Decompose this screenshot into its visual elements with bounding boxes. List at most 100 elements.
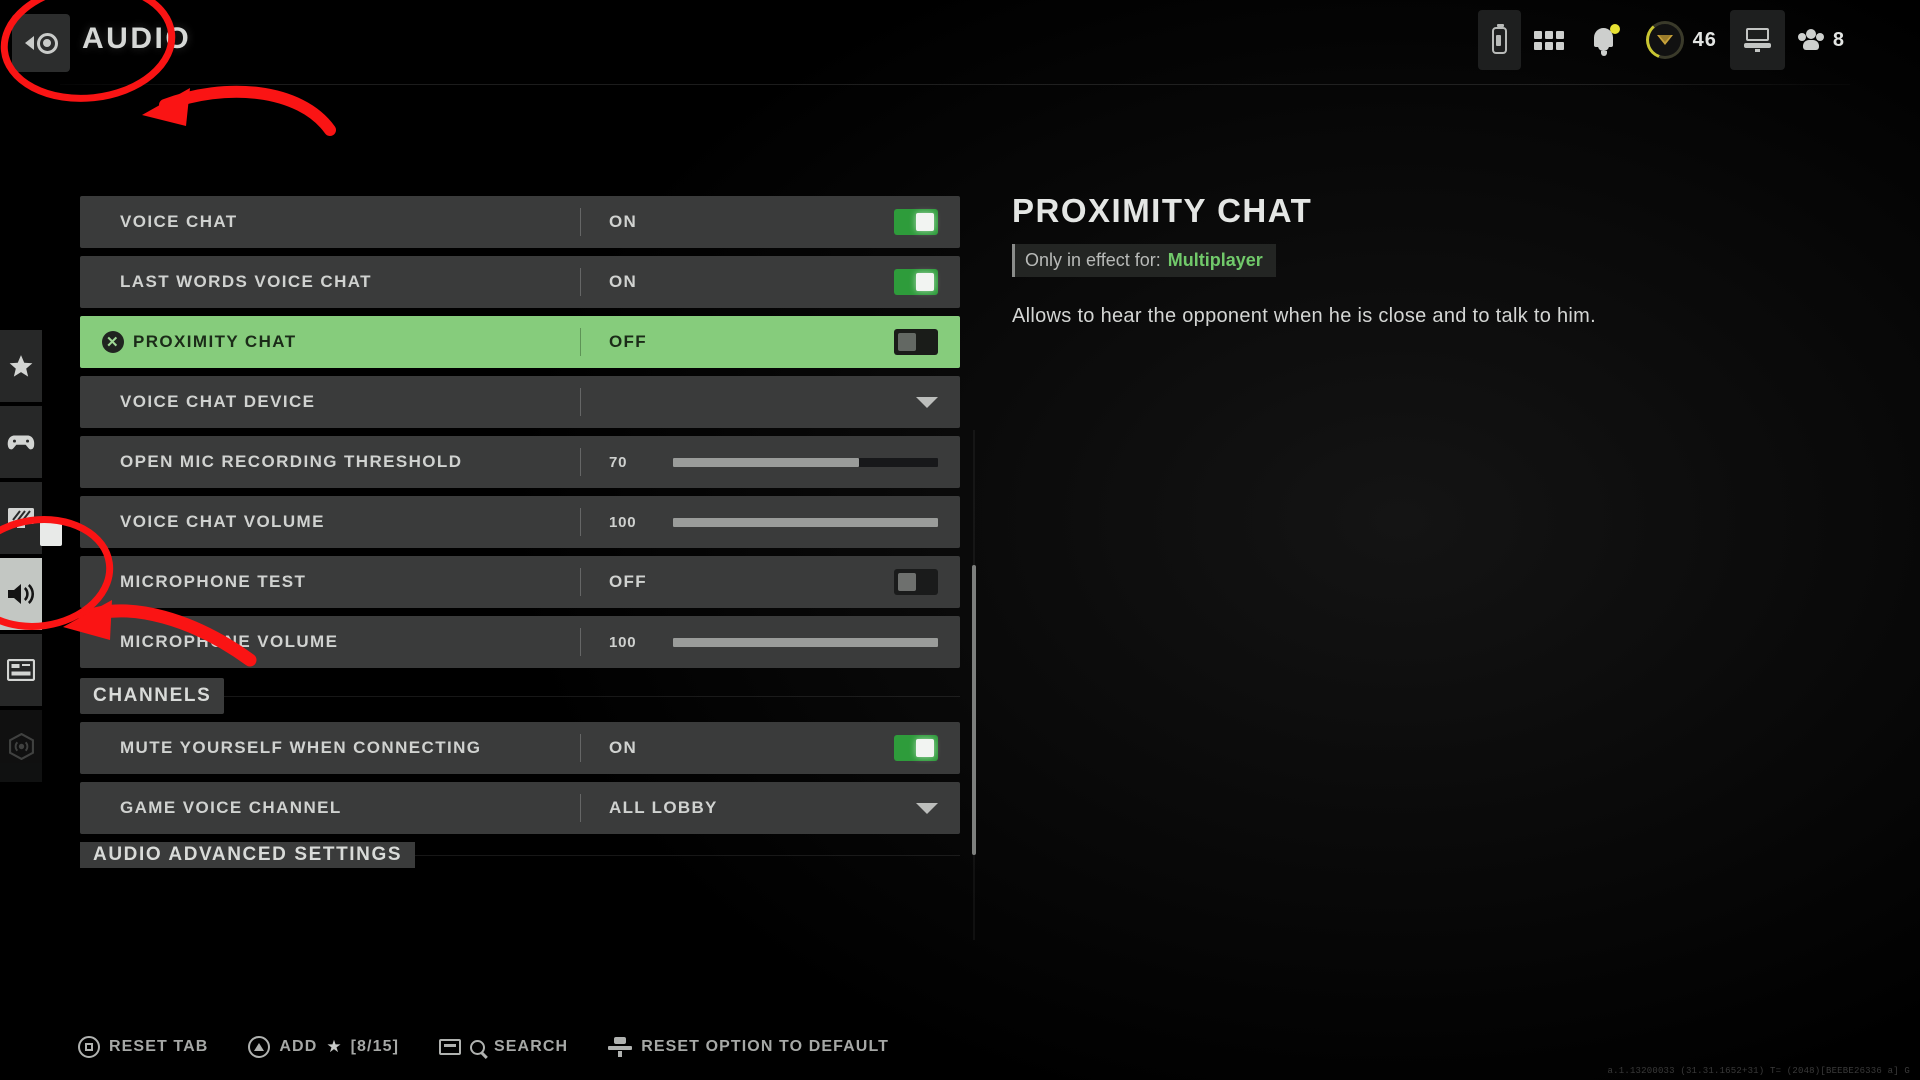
- rank-value: 46: [1692, 28, 1717, 51]
- console-device-button[interactable]: [1729, 10, 1785, 70]
- back-chevron-icon: [24, 36, 34, 50]
- setting-row-last-words-voice-chat[interactable]: LAST WORDS VOICE CHAT ON: [80, 256, 960, 308]
- footer-label: RESET TAB: [109, 1038, 209, 1055]
- footer-label: SEARCH: [494, 1038, 569, 1055]
- sidebar-item-controller[interactable]: [0, 406, 42, 478]
- star-icon: ★: [326, 1037, 342, 1056]
- setting-value: 100: [609, 633, 637, 651]
- hud-layout-icon: [7, 659, 35, 681]
- setting-value: 100: [609, 513, 637, 531]
- toggle-switch[interactable]: [894, 735, 938, 761]
- x-button-icon: ✕: [102, 331, 124, 353]
- footer-label: ADD: [279, 1038, 318, 1055]
- sidebar-tooltip-badge: [40, 520, 62, 546]
- back-button[interactable]: [12, 14, 70, 72]
- setting-value: 70: [609, 453, 628, 471]
- section-header-audio-advanced-settings[interactable]: AUDIO ADVANCED SETTINGS: [80, 842, 960, 868]
- effect-mode: Multiplayer: [1167, 250, 1263, 270]
- footer-action-reset-tab[interactable]: RESET TAB: [78, 1036, 208, 1058]
- notifications-button[interactable]: [1577, 10, 1633, 70]
- setting-label: MICROPHONE VOLUME: [120, 632, 339, 651]
- speaker-icon: [8, 584, 35, 604]
- detail-title: PROXIMITY CHAT: [1012, 192, 1313, 229]
- slider-fill: [673, 517, 938, 527]
- setting-value: OFF: [609, 332, 647, 351]
- detail-panel: PROXIMITY CHAT Only in effect for: Multi…: [1012, 192, 1812, 328]
- setting-row-voice-chat-volume[interactable]: VOICE CHAT VOLUME 100: [80, 496, 960, 548]
- header-bar: AUDIO 46 8: [0, 0, 1920, 86]
- square-button-icon: [78, 1036, 100, 1058]
- battery-indicator[interactable]: [1477, 10, 1521, 70]
- battery-icon: [1491, 23, 1507, 54]
- party-indicator[interactable]: 8: [1785, 10, 1858, 70]
- build-version-text: a.1.13200033 (31.31.1652+31) T= (2048)[B…: [1607, 1066, 1910, 1076]
- party-count: 8: [1832, 28, 1845, 51]
- footer-action-reset-option[interactable]: RESET OPTION TO DEFAULT: [608, 1037, 889, 1057]
- section-title: AUDIO ADVANCED SETTINGS: [80, 842, 416, 868]
- section-rule: [224, 695, 960, 697]
- sidebar-item-graphics[interactable]: [0, 482, 42, 554]
- slider-track[interactable]: [673, 457, 938, 467]
- toggle-switch[interactable]: [894, 209, 938, 235]
- toggle-switch[interactable]: [894, 269, 938, 295]
- setting-row-proximity-chat[interactable]: ✕ PROXIMITY CHAT OFF: [80, 316, 960, 368]
- footer-action-search[interactable]: SEARCH: [439, 1038, 568, 1056]
- setting-row-microphone-volume[interactable]: MICROPHONE VOLUME 100: [80, 616, 960, 668]
- sidebar-item-account[interactable]: [0, 710, 42, 782]
- setting-value: OFF: [609, 572, 647, 591]
- setting-label: MUTE YOURSELF WHEN CONNECTING: [120, 738, 482, 757]
- toggle-switch[interactable]: [894, 569, 938, 595]
- setting-row-voice-chat[interactable]: VOICE CHAT ON: [80, 196, 960, 248]
- chevron-down-icon[interactable]: [916, 802, 938, 814]
- slider-track[interactable]: [673, 517, 938, 527]
- header-divider: [60, 84, 1850, 85]
- search-icon: [470, 1039, 486, 1055]
- setting-label: OPEN MIC RECORDING THRESHOLD: [120, 452, 463, 471]
- footer-actions: RESET TAB ADD ★ [8/15] SEARCH RESET OPTI…: [78, 1036, 889, 1058]
- reset-default-icon: [608, 1037, 633, 1057]
- console-device-icon: [1743, 28, 1771, 52]
- setting-row-open-mic-threshold[interactable]: OPEN MIC RECORDING THRESHOLD 70: [80, 436, 960, 488]
- detail-description: Allows to hear the opponent when he is c…: [1012, 305, 1596, 327]
- setting-label-wrap: ✕ PROXIMITY CHAT: [80, 331, 580, 353]
- monitor-icon: [8, 508, 34, 528]
- setting-row-game-voice-channel[interactable]: GAME VOICE CHANNEL ALL LOBBY: [80, 782, 960, 834]
- hud-status-bar: 46 8: [1477, 10, 1858, 70]
- detail-effect-badge: Only in effect for: Multiplayer: [1012, 244, 1276, 277]
- sidebar-item-favorites[interactable]: [0, 330, 42, 402]
- effect-label: Only in effect for:: [1025, 250, 1161, 270]
- slider-track[interactable]: [673, 637, 938, 647]
- annotation-arrow-header-head: [142, 88, 190, 126]
- chevron-down-icon[interactable]: [916, 396, 938, 408]
- setting-label: VOICE CHAT: [120, 212, 238, 231]
- bell-icon: [1590, 24, 1620, 56]
- setting-label: GAME VOICE CHANNEL: [120, 798, 342, 817]
- scrollbar-thumb[interactable]: [972, 565, 976, 855]
- setting-value: ON: [609, 272, 638, 291]
- sidebar-item-interface[interactable]: [0, 634, 42, 706]
- setting-row-microphone-test[interactable]: MICROPHONE TEST OFF: [80, 556, 960, 608]
- setting-label: VOICE CHAT VOLUME: [120, 512, 325, 531]
- party-players-icon: [1797, 29, 1824, 51]
- setting-row-voice-chat-device[interactable]: VOICE CHAT DEVICE: [80, 376, 960, 428]
- sidebar-item-audio[interactable]: [0, 558, 42, 630]
- section-title: CHANNELS: [80, 678, 225, 714]
- rank-indicator[interactable]: 46: [1633, 10, 1730, 70]
- sidebar-nav: [0, 330, 42, 786]
- footer-action-add-favorite[interactable]: ADD ★ [8/15]: [248, 1036, 399, 1058]
- section-rule: [415, 854, 960, 856]
- section-header-channels: CHANNELS: [80, 676, 960, 716]
- annotation-arrow-header: [159, 85, 336, 136]
- setting-label: VOICE CHAT DEVICE: [120, 392, 316, 411]
- antenna-icon: [8, 732, 34, 760]
- game-settings-screen: AUDIO 46 8 VOICE CHAT ON LAST WORDS VOIC…: [0, 0, 1920, 1080]
- setting-label: PROXIMITY CHAT: [133, 332, 297, 351]
- apps-button[interactable]: [1521, 10, 1577, 70]
- keyboard-icon: [439, 1039, 462, 1055]
- grid-apps-icon: [1533, 30, 1564, 50]
- setting-row-mute-yourself-when-connecting[interactable]: MUTE YOURSELF WHEN CONNECTING ON: [80, 722, 960, 774]
- toggle-switch[interactable]: [894, 329, 938, 355]
- settings-list[interactable]: VOICE CHAT ON LAST WORDS VOICE CHAT ON ✕…: [80, 196, 960, 936]
- slider-fill: [673, 637, 938, 647]
- triangle-button-icon: [248, 1036, 271, 1058]
